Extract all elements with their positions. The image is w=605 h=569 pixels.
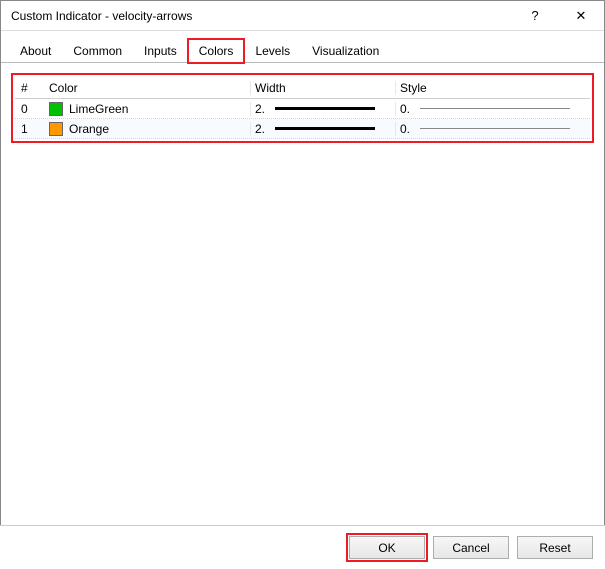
help-button[interactable]: ? xyxy=(512,1,558,31)
color-swatch-icon xyxy=(49,102,63,116)
header-index: # xyxy=(15,81,45,95)
style-value: 0. xyxy=(400,102,414,116)
header-color: Color xyxy=(45,81,250,95)
style-sample-icon xyxy=(420,108,570,109)
cancel-button[interactable]: Cancel xyxy=(433,536,509,559)
tab-colors[interactable]: Colors xyxy=(188,39,245,63)
color-name: LimeGreen xyxy=(69,102,128,116)
color-cell[interactable]: Orange xyxy=(45,122,250,136)
tab-inputs[interactable]: Inputs xyxy=(133,39,188,63)
style-cell[interactable]: 0. xyxy=(395,102,590,116)
header-width: Width xyxy=(250,81,395,95)
colors-table: # Color Width Style 0 LimeGreen 2. xyxy=(11,73,594,143)
width-value: 2. xyxy=(255,102,269,116)
tab-levels[interactable]: Levels xyxy=(244,39,301,63)
table-row[interactable]: 0 LimeGreen 2. 0. xyxy=(15,99,590,119)
width-sample-icon xyxy=(275,127,375,130)
tab-about[interactable]: About xyxy=(9,39,62,63)
reset-button[interactable]: Reset xyxy=(517,536,593,559)
tab-common[interactable]: Common xyxy=(62,39,133,63)
window-title: Custom Indicator - velocity-arrows xyxy=(11,9,512,23)
style-cell[interactable]: 0. xyxy=(395,122,590,136)
ok-button[interactable]: OK xyxy=(349,536,425,559)
style-value: 0. xyxy=(400,122,414,136)
width-cell[interactable]: 2. xyxy=(250,102,395,116)
color-name: Orange xyxy=(69,122,109,136)
tab-visualization[interactable]: Visualization xyxy=(301,39,390,63)
content-area: # Color Width Style 0 LimeGreen 2. xyxy=(1,63,604,153)
style-sample-icon xyxy=(420,128,570,129)
width-cell[interactable]: 2. xyxy=(250,122,395,136)
color-cell[interactable]: LimeGreen xyxy=(45,102,250,116)
table-header: # Color Width Style xyxy=(15,77,590,99)
tab-strip: About Common Inputs Colors Levels Visual… xyxy=(1,31,604,63)
color-swatch-icon xyxy=(49,122,63,136)
width-value: 2. xyxy=(255,122,269,136)
titlebar: Custom Indicator - velocity-arrows ? ✕ xyxy=(1,1,604,31)
row-index: 0 xyxy=(15,102,45,116)
header-style: Style xyxy=(395,81,590,95)
row-index: 1 xyxy=(15,122,45,136)
footer: OK Cancel Reset xyxy=(0,525,605,569)
width-sample-icon xyxy=(275,107,375,110)
table-row[interactable]: 1 Orange 2. 0. xyxy=(15,119,590,139)
close-button[interactable]: ✕ xyxy=(558,1,604,31)
